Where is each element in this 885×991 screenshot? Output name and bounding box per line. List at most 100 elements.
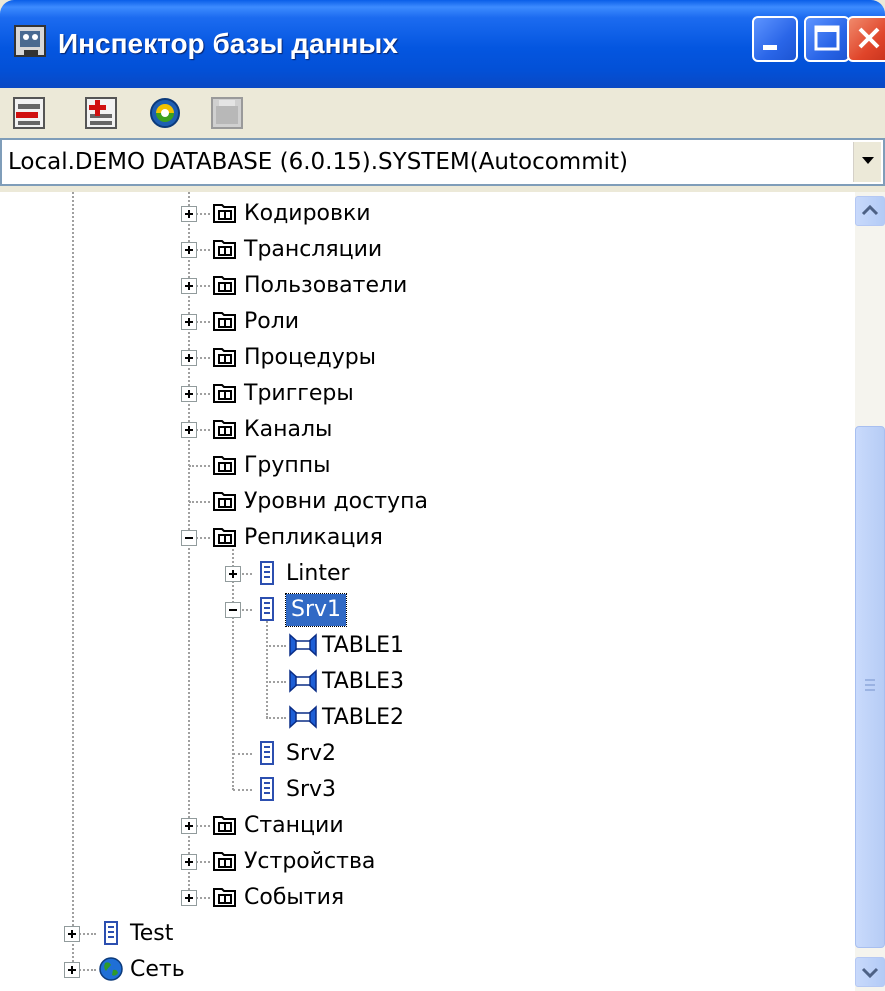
folder-icon (212, 812, 238, 838)
tree-item[interactable]: Трансляции (0, 232, 855, 268)
grip-icon (865, 679, 875, 691)
database-tree[interactable]: Кодировки Трансляции Пользователи Роли Проце… (0, 192, 855, 991)
toolbar (0, 88, 885, 136)
tree-item[interactable]: Группы (0, 448, 855, 484)
expand-icon[interactable] (181, 890, 197, 906)
disconnect-button[interactable] (10, 94, 48, 132)
tree-item-label: Уровни доступа (244, 489, 428, 514)
tree-item[interactable]: Linter (0, 556, 855, 592)
maximize-button[interactable] (804, 16, 850, 62)
connect-button[interactable] (82, 94, 120, 132)
expand-icon[interactable] (181, 314, 197, 330)
tree-item-label: TABLE3 (322, 669, 405, 694)
tree-guide-line (266, 717, 286, 719)
tree-item[interactable]: Srv2 (0, 736, 855, 772)
expand-icon[interactable] (181, 818, 197, 834)
expand-icon[interactable] (181, 206, 197, 222)
tree-item-label: Srv3 (286, 777, 337, 802)
tree-item-label: Устройства (244, 849, 376, 874)
title-bar[interactable]: Инспектор базы данных (0, 0, 885, 88)
server-icon (98, 920, 124, 946)
properties-button[interactable] (208, 94, 246, 132)
close-button[interactable] (847, 16, 885, 62)
tree-item[interactable]: Роли (0, 304, 855, 340)
folder-icon (212, 200, 238, 226)
scroll-thumb[interactable] (855, 426, 885, 948)
tree-item-label: Кодировки (244, 201, 371, 226)
tree-item-label: Триггеры (244, 381, 354, 406)
tree-guide-line (233, 753, 252, 755)
replication-table-icon (288, 668, 317, 694)
tree-guide-line (189, 501, 210, 503)
tree-item-label: Роли (244, 309, 300, 334)
tree-item[interactable]: Устройства (0, 844, 855, 880)
refresh-button[interactable] (146, 94, 184, 132)
tree-item[interactable]: Сеть (0, 952, 855, 988)
folder-icon (212, 416, 238, 442)
tree-item[interactable]: Уровни доступа (0, 484, 855, 520)
tree-item[interactable]: Станции (0, 808, 855, 844)
folder-icon (212, 848, 238, 874)
vertical-scrollbar[interactable] (855, 192, 885, 991)
tree-item[interactable]: Srv3 (0, 772, 855, 808)
tree-guide-line (266, 645, 286, 647)
collapse-icon[interactable] (225, 602, 241, 618)
tree-item-label: TABLE2 (322, 705, 405, 730)
replication-table-icon (288, 632, 317, 658)
expand-icon[interactable] (181, 242, 197, 258)
tree-item[interactable]: Кодировки (0, 196, 855, 232)
server-icon (254, 596, 280, 622)
expand-icon[interactable] (181, 386, 197, 402)
expand-icon[interactable] (181, 854, 197, 870)
tree-item[interactable]: Процедуры (0, 340, 855, 376)
app-icon (14, 25, 46, 57)
expand-icon[interactable] (225, 566, 241, 582)
tree-item[interactable]: События (0, 880, 855, 916)
database-inspector-window: Инспектор базы данных Local.DEMO DATABAS… (0, 0, 885, 991)
tree-item[interactable]: TABLE2 (0, 700, 855, 736)
tree-item[interactable]: TABLE3 (0, 664, 855, 700)
chevron-up-icon (861, 204, 879, 216)
tree-item[interactable]: Srv1 (0, 592, 855, 628)
chevron-down-icon (861, 967, 879, 979)
expand-icon[interactable] (181, 350, 197, 366)
tree-item-label: Srv1 (284, 593, 348, 627)
collapse-icon[interactable] (181, 530, 197, 546)
folder-icon (212, 272, 238, 298)
minimize-icon (763, 45, 777, 50)
tree-item[interactable]: Триггеры (0, 376, 855, 412)
folder-icon (212, 380, 238, 406)
server-icon (254, 740, 280, 766)
tree-item[interactable]: Пользователи (0, 268, 855, 304)
tree-item-label: Linter (286, 561, 350, 586)
minimize-button[interactable] (752, 16, 798, 62)
tree-item[interactable]: TABLE1 (0, 628, 855, 664)
tree-item[interactable]: Test (0, 916, 855, 952)
expand-icon[interactable] (64, 962, 80, 978)
refresh-icon (150, 98, 180, 128)
folder-icon (212, 308, 238, 334)
connection-value: Local.DEMO DATABASE (6.0.15).SYSTEM(Auto… (8, 149, 629, 175)
tree-item[interactable]: Каналы (0, 412, 855, 448)
scroll-up-button[interactable] (855, 196, 885, 226)
tree-item-label: Трансляции (244, 237, 383, 262)
server-icon (254, 560, 280, 586)
connection-dropdown-button[interactable] (853, 142, 881, 182)
globe-icon (98, 956, 124, 982)
connect-icon (85, 97, 117, 129)
folder-icon (212, 236, 238, 262)
server-icon (254, 776, 280, 802)
folder-icon (212, 452, 238, 478)
expand-icon[interactable] (181, 278, 197, 294)
expand-icon[interactable] (181, 422, 197, 438)
tree-item[interactable]: Репликация (0, 520, 855, 556)
expand-icon[interactable] (64, 926, 80, 942)
tree-item-label: Test (130, 921, 174, 946)
connection-select[interactable]: Local.DEMO DATABASE (6.0.15).SYSTEM(Auto… (0, 138, 885, 186)
properties-icon (211, 97, 243, 129)
scroll-down-button[interactable] (855, 957, 885, 987)
tree-guide-line (233, 789, 252, 791)
replication-table-icon (288, 704, 317, 730)
tree-item-label: Репликация (244, 525, 383, 550)
tree-item-label: Процедуры (244, 345, 377, 370)
